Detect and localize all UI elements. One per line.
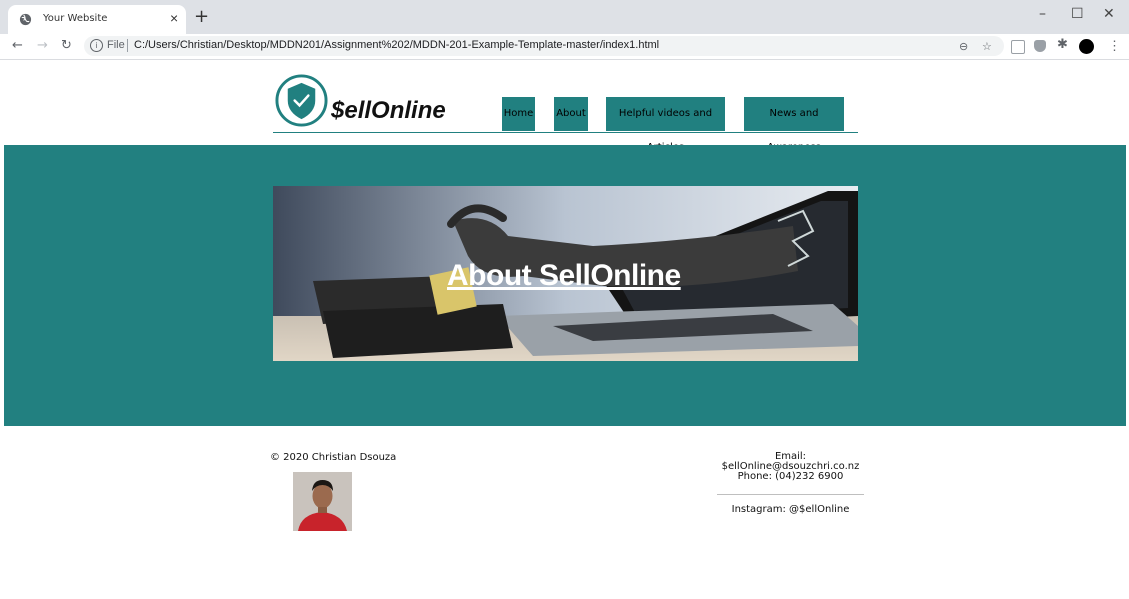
profile-icon[interactable] [1079,39,1094,54]
shield-logo-icon[interactable] [274,73,329,128]
contact-block: Email: $ellOnline@dsouzchri.co.nz Phone:… [717,452,864,525]
puzzle-icon[interactable]: ✱ [1057,37,1068,53]
nav-about[interactable]: About [554,97,588,131]
info-icon[interactable]: i [90,39,103,52]
author-photo [293,472,352,531]
extension-icon[interactable] [1011,40,1025,54]
footer-copyright: © 2020 Christian Dsouza [270,452,397,463]
tab-bar: Your Website × + – ☐ ✕ [0,0,1129,34]
shield-extension-icon[interactable] [1034,40,1046,52]
author-portrait [293,472,352,531]
reload-icon[interactable]: ↻ [61,38,72,54]
logo-wordmark[interactable]: $ellOnline [331,96,451,126]
star-icon[interactable]: ☆ [982,40,992,53]
close-window-button[interactable]: ✕ [1103,6,1115,22]
url-scheme: File [107,39,125,51]
browser-tab[interactable]: Your Website × [8,5,186,34]
hero-image: About SellOnline [273,186,858,361]
zoom-icon[interactable]: ⊖ [959,40,968,53]
tab-close-icon[interactable]: × [170,11,178,25]
contact-divider [717,494,864,495]
contact-instagram[interactable]: Instagram: @$ellOnline [717,505,864,525]
back-icon[interactable]: ← [12,38,23,54]
contact-email[interactable]: Email: $ellOnline@dsouzchri.co.nz [717,452,864,472]
nav-helpful-videos[interactable]: Helpful videos and Articles [606,97,725,153]
minimize-button[interactable]: – [1039,6,1046,22]
site-header: $ellOnline Home About Helpful videos and… [273,70,858,153]
url-divider [127,39,128,52]
contact-phone: Phone: (04)232 6900 [737,471,844,482]
maximize-button[interactable]: ☐ [1071,6,1084,22]
hero-title: About SellOnline [447,259,681,292]
browser-toolbar: ← → ↻ i File C:/Users/Christian/Desktop/… [0,34,1129,60]
logo-text: $ellOnline [331,97,446,124]
globe-icon [19,13,32,26]
menu-icon[interactable]: ⋮ [1108,38,1121,54]
nav-home[interactable]: Home [502,97,535,131]
new-tab-button[interactable]: + [194,8,209,26]
address-bar[interactable]: i File C:/Users/Christian/Desktop/MDDN20… [84,36,1004,56]
nav-news[interactable]: News and Awareness [744,97,844,153]
url-text[interactable]: C:/Users/Christian/Desktop/MDDN201/Assig… [134,39,659,51]
forward-icon[interactable]: → [37,38,48,54]
tab-title: Your Website [43,13,108,24]
